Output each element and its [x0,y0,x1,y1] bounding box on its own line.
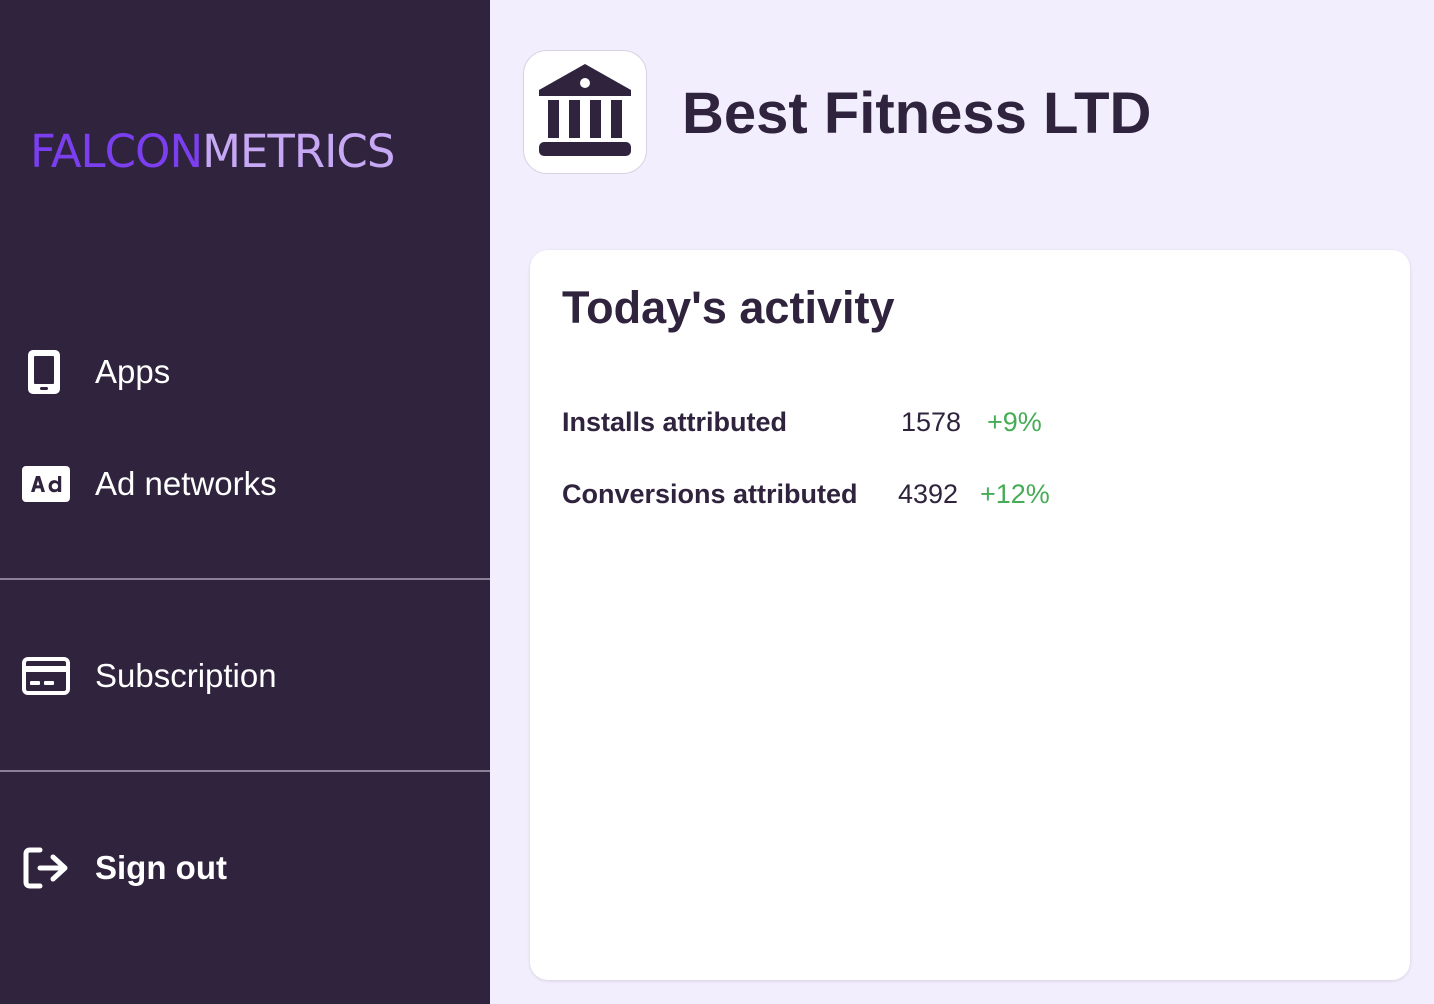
credit-card-icon [22,652,70,700]
sign-out-button[interactable]: Sign out [22,844,227,892]
stat-row-installs: Installs attributed 1578 +9% [562,402,1042,442]
stat-row-conversions: Conversions attributed 4392 +12% [562,474,1050,514]
stat-value: 1578 [901,406,962,437]
stat-change: +12% [980,478,1050,509]
activity-card: Today's activity Installs attributed 157… [530,250,1410,980]
sidebar-item-subscription[interactable]: Subscription [22,652,277,700]
ad-icon [22,460,70,508]
sidebar-divider [0,578,490,580]
stat-label: Installs attributed [562,406,788,437]
sidebar-item-label: Sign out [95,849,227,886]
sidebar: FALCONMETRICS Apps Ad networks Subscript… [0,0,490,1004]
logo-text: FALCONMETRICS [30,125,395,178]
card-title: Today's activity [562,282,895,333]
bank-icon [536,62,634,163]
page-title: Best Fitness LTD [682,81,1152,146]
smartphone-icon [22,348,70,396]
sidebar-item-label: Ad networks [95,465,277,502]
stat-value: 4392 [898,478,959,509]
logo-text-part2: METRICS [202,125,395,178]
stat-change: +9% [987,406,1042,437]
sidebar-divider [0,770,490,772]
stat-label: Conversions attributed [562,478,858,509]
sidebar-item-apps[interactable]: Apps [22,348,170,396]
sidebar-item-label: Subscription [95,657,277,694]
sidebar-item-label: Apps [95,353,171,390]
logout-icon [22,844,70,892]
sidebar-item-ad-networks[interactable]: Ad networks [22,460,277,508]
app-root: FALCONMETRICS Apps Ad networks Subscript… [0,0,1434,1004]
logo-text-part1: FALCON [30,125,203,178]
falconmetrics-logo[interactable]: FALCONMETRICS [30,125,395,178]
company-avatar [523,50,647,174]
